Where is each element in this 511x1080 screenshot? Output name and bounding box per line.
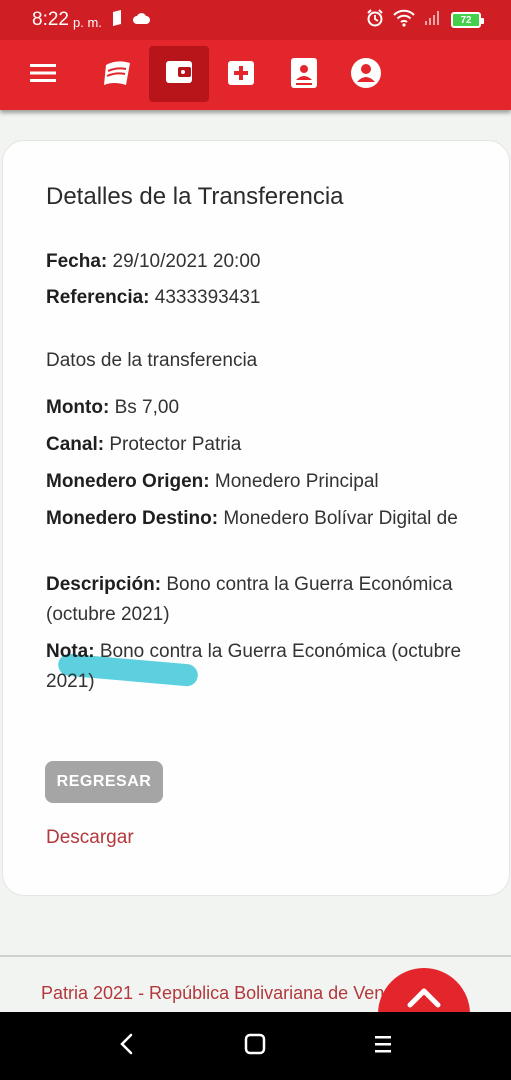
system-home-button[interactable] <box>235 1028 275 1064</box>
patria-home-button[interactable] <box>88 48 146 102</box>
health-button[interactable] <box>212 48 270 102</box>
wifi-icon <box>393 9 415 32</box>
alarm-icon <box>366 8 384 32</box>
canal-value: Protector Patria <box>109 434 242 455</box>
chevron-up-icon <box>407 986 441 1013</box>
wallet-tab-button[interactable] <box>149 46 209 102</box>
footer-divider <box>0 955 511 957</box>
account-button[interactable] <box>337 48 395 102</box>
wallet-icon <box>165 60 193 89</box>
monedero-destino-value: Monedero Bolívar Digital de <box>223 508 458 529</box>
monto-row: Monto: Bs 7,00 <box>46 393 476 423</box>
fecha-label: Fecha: <box>46 251 108 272</box>
system-back-button[interactable] <box>107 1028 147 1064</box>
back-chevron-icon <box>119 1033 135 1060</box>
menu-icon <box>30 63 56 88</box>
referencia-value: 4333393431 <box>154 287 261 308</box>
status-bar: 8:22 p. m. 72 <box>0 0 511 40</box>
fecha-value: 29/10/2021 20:00 <box>112 251 261 272</box>
recents-menu-icon <box>372 1033 394 1060</box>
system-recents-button[interactable] <box>363 1028 403 1064</box>
menu-button[interactable] <box>14 48 72 102</box>
nota-label: Nota: <box>46 641 95 662</box>
descripcion-row: Descripción: Bono contra la Guerra Econó… <box>46 570 476 630</box>
monto-value: Bs 7,00 <box>114 397 180 418</box>
monedero-origen-value: Monedero Principal <box>214 471 379 492</box>
monedero-origen-row: Monedero Origen: Monedero Principal <box>46 467 476 497</box>
home-square-icon <box>244 1033 266 1060</box>
battery-icon: 72 <box>451 12 484 28</box>
notification-app-icon <box>110 9 124 31</box>
referencia-label: Referencia: <box>46 287 150 308</box>
patria-logo-icon <box>102 59 132 92</box>
fecha-row: Fecha: 29/10/2021 20:00 <box>46 247 476 277</box>
health-cross-icon <box>228 60 254 90</box>
top-navigation <box>0 40 511 110</box>
monedero-destino-label: Monedero Destino: <box>46 508 219 529</box>
status-time: 8:22 <box>32 9 69 30</box>
cloud-icon <box>132 11 150 30</box>
nota-value: Bono contra la Guerra Económica (octubre… <box>46 641 462 692</box>
id-card-button[interactable] <box>275 48 333 102</box>
transfer-details-card: Detalles de la Transferencia Fecha: 29/1… <box>2 140 510 896</box>
referencia-row: Referencia: 4333393431 <box>46 283 476 313</box>
monto-label: Monto: <box>46 397 110 418</box>
canal-row: Canal: Protector Patria <box>46 430 476 460</box>
nota-row: Nota: Bono contra la Guerra Económica (o… <box>46 637 476 697</box>
status-ampm: p. m. <box>72 14 102 30</box>
id-card-icon <box>291 57 317 93</box>
descripcion-label: Descripción: <box>46 574 162 595</box>
page-title: Detalles de la Transferencia <box>46 183 344 210</box>
account-icon <box>351 57 381 93</box>
footer-text: Patria 2021 - República Bolivariana de V… <box>41 983 438 1003</box>
descargar-link[interactable]: Descargar <box>46 827 134 849</box>
section-title: Datos de la transferencia <box>46 350 258 371</box>
status-right: 72 <box>366 8 484 32</box>
monedero-origen-label: Monedero Origen: <box>46 471 210 492</box>
status-left: 8:22 p. m. <box>32 9 150 31</box>
system-navigation-bar <box>0 1012 511 1080</box>
canal-label: Canal: <box>46 434 105 455</box>
monedero-destino-row: Monedero Destino: Monedero Bolívar Digit… <box>46 504 476 534</box>
regresar-button[interactable]: REGRESAR <box>45 761 163 803</box>
signal-icon <box>424 10 442 31</box>
